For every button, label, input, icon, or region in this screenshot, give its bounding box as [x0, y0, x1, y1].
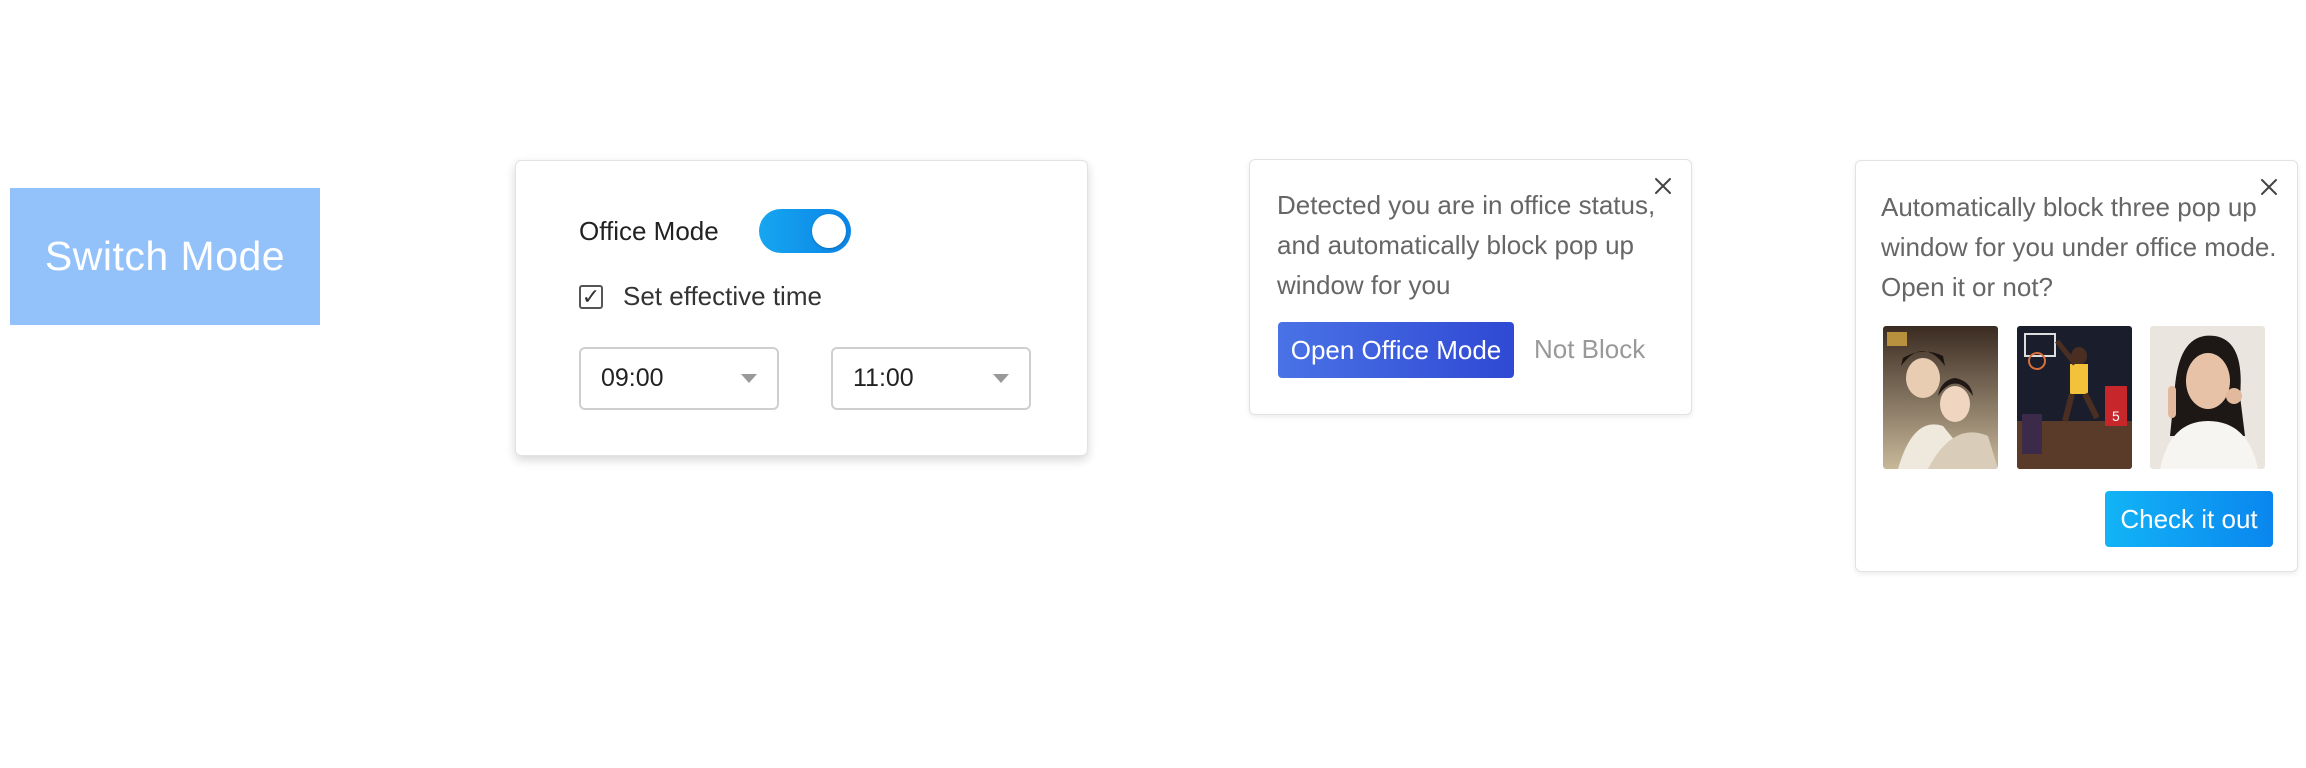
office-status-message: Detected you are in office status, and a… [1277, 190, 1656, 300]
not-block-button[interactable]: Not Block [1534, 334, 1645, 365]
blocked-popups-card: Automatically block three pop up window … [1855, 160, 2298, 572]
end-time-value: 11:00 [853, 364, 914, 392]
end-time-select[interactable]: 11:00 [831, 347, 1031, 410]
office-mode-row: Office Mode [579, 209, 851, 253]
office-mode-settings-card: Office Mode ✓ Set effective time 09:00 1… [515, 160, 1088, 456]
svg-text:5: 5 [2112, 408, 2120, 424]
office-mode-toggle[interactable] [759, 209, 851, 253]
chevron-down-icon [741, 374, 757, 383]
switch-mode-button[interactable]: Switch Mode [10, 188, 320, 325]
start-time-select[interactable]: 09:00 [579, 347, 779, 410]
basketball-thumbnail[interactable]: 5 [2017, 326, 2132, 469]
effective-time-label: Set effective time [623, 281, 822, 311]
check-mark-icon: ✓ [581, 283, 601, 309]
drama-poster-thumbnail[interactable] [1883, 326, 1998, 469]
effective-time-row: ✓ Set effective time [579, 281, 822, 312]
office-status-popup: Detected you are in office status, and a… [1249, 159, 1692, 415]
woman-portrait-thumbnail[interactable] [2150, 326, 2265, 469]
open-office-mode-button[interactable]: Open Office Mode [1278, 322, 1514, 378]
chevron-down-icon [993, 374, 1009, 383]
start-time-value: 09:00 [601, 364, 664, 392]
check-it-out-button[interactable]: Check it out [2105, 491, 2273, 547]
office-mode-label: Office Mode [579, 215, 719, 246]
effective-time-checkbox[interactable]: ✓ [579, 283, 603, 309]
toggle-knob [812, 214, 846, 248]
blocked-popups-message: Automatically block three pop up window … [1881, 192, 2277, 302]
